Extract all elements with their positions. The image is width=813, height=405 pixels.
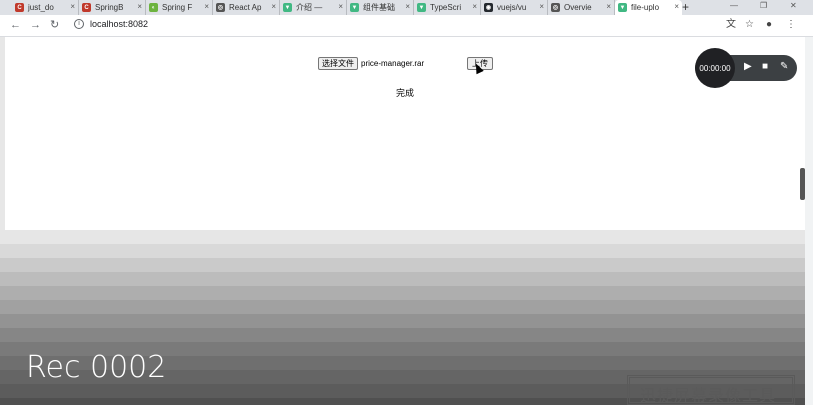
tab-strip: Cjust_do × C SpringB × ◐ Spring F × ◎ React Ap × ▼ 介… bbox=[0, 0, 813, 15]
tab-favicon-icon: ◎ bbox=[551, 3, 560, 12]
play-icon[interactable]: ▶ bbox=[744, 61, 752, 73]
tab-close-icon[interactable]: × bbox=[674, 2, 679, 11]
tab[interactable]: C SpringB × bbox=[79, 0, 146, 15]
fade-band bbox=[0, 272, 805, 286]
tab-favicon-icon: ◐ bbox=[149, 3, 158, 12]
tab[interactable]: ▼ TypeScri × bbox=[414, 0, 481, 15]
maximize-icon[interactable]: ❐ bbox=[760, 0, 767, 12]
browser-toolbar: ← → ↻ i localhost:8082 文 ☆ ● ⋮ bbox=[0, 15, 813, 37]
tab-close-icon[interactable]: × bbox=[606, 2, 611, 11]
tab-close-icon[interactable]: × bbox=[271, 2, 276, 11]
minimize-icon[interactable]: — bbox=[730, 0, 738, 12]
profile-avatar-icon[interactable]: ● bbox=[766, 19, 772, 31]
menu-icon[interactable]: ⋮ bbox=[786, 19, 796, 31]
selected-file-name: price-manager.rar bbox=[361, 59, 425, 68]
tab-label: 介绍 — bbox=[296, 3, 323, 12]
tab-favicon-icon: ▼ bbox=[283, 3, 292, 12]
tab-favicon-icon: ▼ bbox=[417, 3, 426, 12]
tab-label: file-uplo bbox=[631, 3, 660, 12]
watermark: 迅捷屏幕录像工具 bbox=[627, 375, 795, 405]
tab-close-icon[interactable]: × bbox=[472, 2, 477, 11]
close-window-icon[interactable]: ✕ bbox=[790, 0, 797, 12]
tab-label: TypeScri bbox=[430, 3, 462, 12]
tab[interactable]: Cjust_do × bbox=[12, 0, 79, 15]
translate-icon[interactable]: 文 bbox=[726, 19, 736, 31]
address-bar[interactable]: localhost:8082 bbox=[90, 19, 148, 29]
tab-close-icon[interactable]: × bbox=[70, 2, 75, 11]
forward-icon[interactable]: → bbox=[30, 17, 41, 33]
tab-favicon-icon: C bbox=[15, 3, 24, 12]
new-tab-button[interactable]: + bbox=[682, 0, 689, 14]
tab-favicon-icon: ◎ bbox=[216, 3, 225, 12]
fade-band bbox=[0, 244, 805, 258]
tab[interactable]: ◐ Spring F × bbox=[146, 0, 213, 15]
tab-close-icon[interactable]: × bbox=[405, 2, 410, 11]
tab-favicon-icon: ▼ bbox=[350, 3, 359, 12]
tab-label: Spring F bbox=[162, 3, 193, 12]
tab-label: Overvie bbox=[564, 3, 592, 12]
tab-close-icon[interactable]: × bbox=[338, 2, 343, 11]
tab-close-icon[interactable]: × bbox=[539, 2, 544, 11]
tab[interactable]: ▼ 组件基础 × bbox=[347, 0, 414, 15]
tab[interactable]: ▼ file-uplo × bbox=[615, 0, 682, 15]
site-info-icon[interactable]: i bbox=[74, 19, 84, 29]
tab[interactable]: ◎ Overvie × bbox=[548, 0, 615, 15]
fade-band bbox=[0, 300, 805, 314]
tab-favicon-icon: ▼ bbox=[618, 3, 627, 12]
stop-icon[interactable]: ■ bbox=[762, 61, 768, 73]
tab-favicon-icon: ◉ bbox=[484, 3, 493, 12]
pen-icon[interactable]: ✎ bbox=[780, 61, 788, 73]
tab[interactable]: ▼ 介绍 — × bbox=[280, 0, 347, 15]
tab-label: 组件基础 bbox=[363, 3, 395, 12]
recording-label: Rec 0002 bbox=[26, 350, 167, 385]
fade-band bbox=[0, 230, 805, 244]
tab-close-icon[interactable]: × bbox=[137, 2, 142, 11]
fade-band bbox=[0, 328, 805, 342]
reload-icon[interactable]: ↻ bbox=[50, 17, 59, 33]
tab-label: just_do bbox=[28, 3, 54, 12]
tab-label: SpringB bbox=[95, 3, 124, 12]
page-content: 选择文件 price-manager.rar 上传 完成 bbox=[0, 37, 805, 230]
screen: Cjust_do × C SpringB × ◐ Spring F × ◎ React Ap × ▼ 介… bbox=[0, 0, 813, 405]
tab[interactable]: ◉ vuejs/vu × bbox=[481, 0, 548, 15]
back-icon[interactable]: ← bbox=[10, 17, 21, 33]
choose-file-button[interactable]: 选择文件 bbox=[318, 57, 358, 70]
fade-band bbox=[0, 314, 805, 328]
scrollbar-thumb[interactable] bbox=[800, 168, 805, 200]
fade-band bbox=[0, 286, 805, 300]
recorder-timer: 00:00:00 bbox=[695, 48, 735, 88]
tab-label: vuejs/vu bbox=[497, 3, 527, 12]
fade-band bbox=[0, 258, 805, 272]
tab-favicon-icon: C bbox=[82, 3, 91, 12]
desktop-sliver-left bbox=[0, 37, 5, 230]
desktop-sliver-right bbox=[805, 37, 813, 405]
recorder-time: 00:00:00 bbox=[699, 63, 731, 73]
upload-status-text: 完成 bbox=[396, 88, 415, 98]
tab-close-icon[interactable]: × bbox=[204, 2, 209, 11]
tab[interactable]: ◎ React Ap × bbox=[213, 0, 280, 15]
tab-label: React Ap bbox=[229, 3, 262, 12]
bookmark-star-icon[interactable]: ☆ bbox=[745, 19, 754, 31]
